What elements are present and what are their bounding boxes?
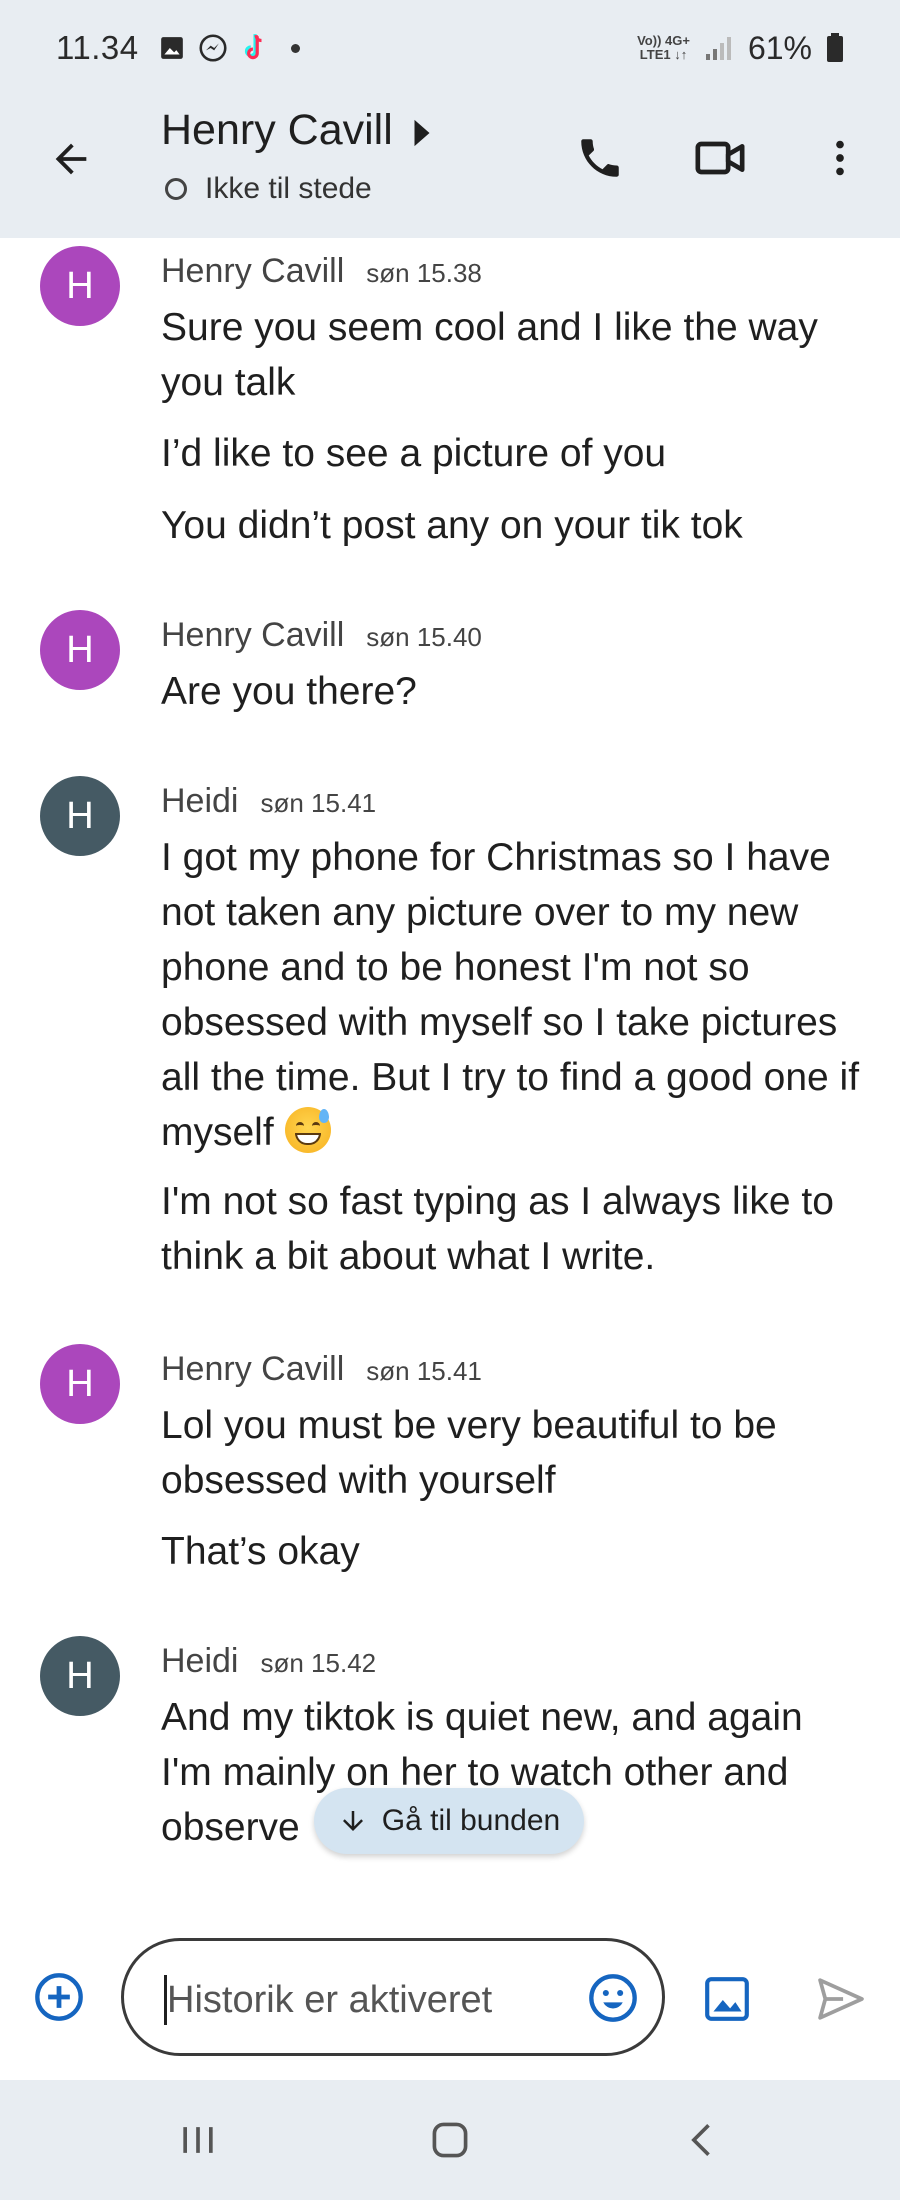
avatar[interactable]: H — [40, 1344, 120, 1424]
avatar[interactable]: H — [40, 1636, 120, 1716]
message-time: søn 15.41 — [366, 1356, 482, 1386]
sender-line: Heidi søn 15.41 — [161, 782, 376, 821]
emoji-button[interactable] — [584, 1969, 642, 2027]
grinning-sweat-emoji-icon — [284, 1107, 331, 1153]
more-vert-icon — [836, 140, 844, 176]
sender-line: Henry Cavill søn 15.38 — [161, 252, 482, 291]
message-time: søn 15.41 — [260, 788, 377, 818]
message-list[interactable]: H Henry Cavill søn 15.38 Sure you seem c… — [0, 238, 900, 1878]
image-icon — [705, 1977, 749, 2021]
message-time: søn 15.38 — [366, 258, 482, 288]
system-nav-bar — [0, 2080, 900, 2200]
message-text[interactable]: Sure you seem cool and I like the way yo… — [161, 300, 861, 410]
message-text[interactable]: I’d like to see a picture of you — [161, 426, 861, 481]
message-input[interactable]: Historik er aktiveret — [121, 1938, 665, 2056]
signal-icon — [705, 37, 731, 60]
home-button[interactable] — [415, 2110, 485, 2170]
jump-to-bottom-button[interactable]: Gå til bunden — [314, 1788, 584, 1854]
presence-status: Ikke til stede — [165, 172, 372, 206]
conversation-header: Henry Cavill Ikke til stede — [0, 96, 900, 238]
recents-button[interactable] — [163, 2110, 233, 2170]
sender-name: Henry Cavill — [161, 252, 345, 290]
system-back-button[interactable] — [668, 2110, 738, 2170]
message-text[interactable]: That’s okay — [161, 1524, 861, 1579]
chevron-left-icon — [691, 2124, 710, 2156]
video-call-button[interactable] — [688, 126, 752, 190]
emoji-icon — [589, 1974, 637, 2022]
sender-name: Henry Cavill — [161, 616, 345, 654]
send-icon — [818, 1978, 864, 2020]
message-text[interactable]: You didn’t post any on your tik tok — [161, 498, 861, 553]
caret-right-icon[interactable] — [412, 118, 432, 148]
presence-label: Ikke til stede — [205, 172, 372, 205]
sender-name: Henry Cavill — [161, 1350, 345, 1388]
sender-name: Heidi — [161, 1642, 239, 1680]
add-attachment-button[interactable] — [32, 1970, 86, 2024]
more-notifications-dot — [290, 43, 300, 53]
avatar[interactable]: H — [40, 776, 120, 856]
sender-name: Heidi — [161, 782, 239, 820]
battery-percent: 61% — [747, 29, 812, 66]
back-button[interactable] — [44, 132, 98, 186]
more-options-button[interactable] — [808, 126, 872, 190]
system-indicators: Vo)) 4G+ LTE1 ↓↑ 61% — [637, 30, 844, 67]
arrow-back-icon — [55, 143, 87, 175]
video-camera-icon — [695, 141, 745, 175]
jump-to-bottom-label: Gå til bunden — [381, 1804, 561, 1837]
add-circle-icon — [35, 1973, 83, 2021]
avatar[interactable]: H — [40, 610, 120, 690]
home-icon — [432, 2122, 468, 2158]
status-bar: 11.34 Vo)) 4G+ LTE1 ↓↑ 61% — [0, 0, 900, 96]
recents-icon — [183, 2127, 213, 2153]
message-text[interactable]: I got my phone for Christmas so I have n… — [161, 830, 861, 1160]
phone-icon — [581, 139, 619, 177]
sender-line: Henry Cavill søn 15.41 — [161, 1350, 482, 1389]
network-label-bottom: LTE1 ↓↑ — [639, 47, 688, 62]
message-text[interactable]: Are you there? — [161, 664, 861, 719]
battery-icon — [827, 33, 843, 62]
compose-bar: Historik er aktiveret — [0, 1900, 900, 2080]
avatar[interactable]: H — [40, 246, 120, 326]
contact-name[interactable]: Henry Cavill — [161, 106, 393, 155]
message-time: søn 15.42 — [260, 1648, 377, 1678]
message-input-placeholder: Historik er aktiveret — [167, 1979, 493, 2021]
sender-line: Heidi søn 15.42 — [161, 1642, 376, 1681]
message-text-body: I got my phone for Christmas so I have n… — [161, 836, 860, 1154]
status-time: 11.34 — [56, 29, 139, 66]
send-button[interactable] — [812, 1972, 870, 2026]
call-button[interactable] — [568, 126, 632, 190]
network-indicator: Vo)) 4G+ LTE1 ↓↑ — [637, 34, 690, 62]
message-time: søn 15.40 — [366, 622, 482, 652]
gallery-button[interactable] — [700, 1972, 754, 2026]
message-text[interactable]: I'm not so fast typing as I always like … — [161, 1174, 861, 1284]
notification-icons — [159, 33, 300, 63]
sender-line: Henry Cavill søn 15.40 — [161, 616, 482, 655]
tiktok-notification-icon — [244, 34, 262, 60]
gallery-notification-icon — [160, 37, 183, 59]
message-text[interactable]: Lol you must be very beautiful to be obs… — [161, 1398, 861, 1508]
presence-ring-icon — [165, 178, 187, 200]
network-label-top: Vo)) 4G+ — [637, 33, 690, 48]
messenger-notification-icon — [199, 34, 227, 62]
arrow-down-icon — [342, 1811, 363, 1831]
